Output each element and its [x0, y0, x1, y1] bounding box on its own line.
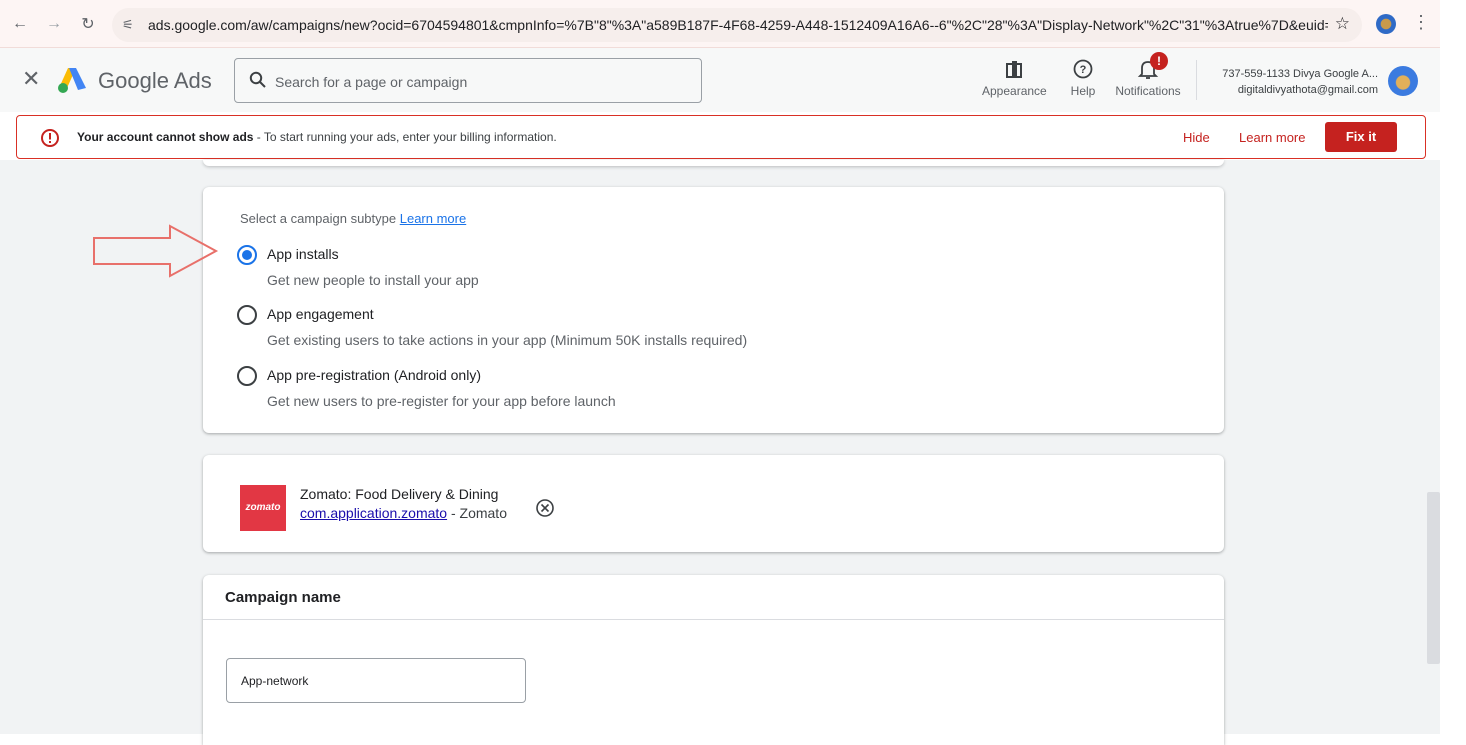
- app-name: Zomato: Food Delivery & Dining: [300, 486, 499, 502]
- browser-toolbar: ← → ↻ ⚟ ads.google.com/aw/campaigns/new?…: [0, 0, 1440, 48]
- help-button[interactable]: ? Help: [1066, 58, 1100, 98]
- search-input[interactable]: Search for a page or campaign: [234, 58, 702, 103]
- notifications-label: Notifications: [1115, 84, 1181, 98]
- url-text: ads.google.com/aw/campaigns/new?ocid=670…: [148, 17, 1328, 33]
- radio-app-pre-registration[interactable]: [237, 366, 257, 386]
- subtype-title: Select a campaign subtype: [240, 211, 397, 226]
- alert-message: Your account cannot show ads - To start …: [77, 130, 557, 144]
- appearance-label: Appearance: [982, 84, 1047, 98]
- app-package-info: com.application.zomato - Zomato: [300, 505, 507, 521]
- subtype-heading: Select a campaign subtype Learn more: [240, 211, 466, 226]
- app-logo: zomato: [240, 485, 286, 531]
- remove-app-icon[interactable]: [535, 498, 555, 518]
- search-placeholder: Search for a page or campaign: [275, 74, 468, 90]
- app-developer: - Zomato: [447, 505, 507, 521]
- alert-detail: - To start running your ads, enter your …: [253, 130, 557, 144]
- alert-learn-more-link[interactable]: Learn more: [1239, 130, 1305, 145]
- account-name: 737-559-1133 Divya Google A...: [1222, 68, 1378, 80]
- radio-app-engagement[interactable]: [237, 305, 257, 325]
- appearance-button[interactable]: Appearance: [982, 58, 1047, 98]
- campaign-name-input[interactable]: App-network: [226, 658, 526, 703]
- option-label: App installs: [267, 246, 339, 262]
- close-icon[interactable]: ✕: [22, 68, 40, 90]
- notification-badge: !: [1150, 52, 1168, 70]
- campaign-name-card: Campaign name App-network: [203, 575, 1224, 745]
- alert-title: Your account cannot show ads: [77, 130, 254, 144]
- site-settings-icon[interactable]: ⚟: [122, 17, 134, 33]
- avatar[interactable]: [1388, 66, 1418, 96]
- notifications-button[interactable]: Notifications: [1112, 58, 1184, 98]
- browser-scrollbar-track: [1440, 0, 1466, 734]
- account-email: digitaldivyathota@gmail.com: [1237, 84, 1378, 96]
- bookmark-star-icon[interactable]: ☆: [1335, 14, 1350, 34]
- option-description: Get new users to pre-register for your a…: [267, 393, 616, 409]
- previous-card-edge: [203, 160, 1224, 166]
- back-icon[interactable]: ←: [8, 12, 32, 36]
- radio-app-installs[interactable]: [237, 245, 257, 265]
- annotation-arrow-icon: [93, 224, 219, 278]
- account-info[interactable]: 737-559-1133 Divya Google A... digitaldi…: [1208, 66, 1378, 98]
- search-icon: [249, 71, 266, 88]
- subtype-learn-more-link[interactable]: Learn more: [400, 211, 466, 226]
- selected-app-card: zomato Zomato: Food Delivery & Dining co…: [203, 455, 1224, 552]
- option-description: Get new people to install your app: [267, 272, 479, 288]
- option-description: Get existing users to take actions in yo…: [267, 332, 748, 348]
- hide-alert-button[interactable]: Hide: [1183, 130, 1210, 145]
- header-divider: [1196, 60, 1197, 100]
- browser-menu-icon[interactable]: ⋮: [1412, 12, 1430, 33]
- option-label: App engagement: [267, 306, 374, 322]
- campaign-subtype-card: Select a campaign subtype Learn more App…: [203, 187, 1224, 433]
- billing-alert-banner: Your account cannot show ads - To start …: [16, 115, 1426, 159]
- app-package-link[interactable]: com.application.zomato: [300, 505, 447, 521]
- error-icon: [41, 129, 59, 147]
- fix-it-button[interactable]: Fix it: [1325, 122, 1397, 152]
- campaign-name-title: Campaign name: [225, 589, 341, 606]
- forward-icon[interactable]: →: [42, 12, 66, 36]
- reload-icon[interactable]: ↻: [76, 12, 100, 36]
- google-ads-logo-icon: [58, 68, 86, 93]
- campaign-name-header: Campaign name: [203, 575, 1224, 620]
- address-bar[interactable]: ⚟ ads.google.com/aw/campaigns/new?ocid=6…: [112, 8, 1362, 42]
- page-scrollbar-thumb[interactable]: [1427, 492, 1440, 664]
- browser-profile-icon[interactable]: [1376, 14, 1396, 34]
- appearance-icon: [1006, 61, 1022, 78]
- help-label: Help: [1070, 84, 1096, 98]
- help-icon: ?: [1073, 59, 1093, 79]
- svg-text:?: ?: [1080, 64, 1087, 76]
- option-label: App pre-registration (Android only): [267, 367, 481, 383]
- brand-name: Google Ads: [98, 68, 212, 93]
